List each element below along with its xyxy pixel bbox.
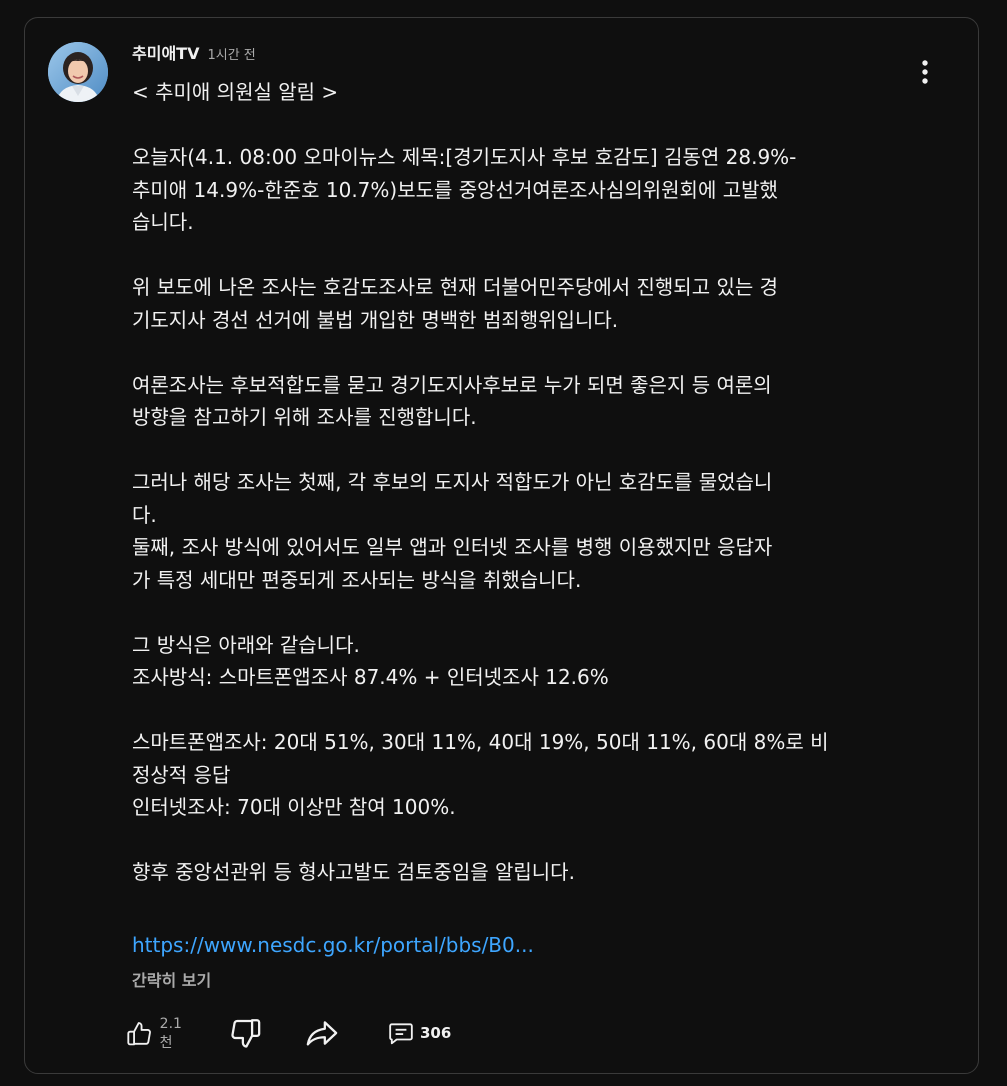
post-paragraph — [132, 109, 902, 142]
post-paragraph: 스마트폰앱조사: 20대 51%, 30대 11%, 40대 19%, 50대 … — [132, 730, 829, 819]
post-paragraph — [132, 824, 902, 857]
post-paragraph — [132, 596, 902, 629]
channel-name[interactable]: 추미애TV — [132, 40, 199, 64]
like-button[interactable]: 2.1천 — [126, 1016, 188, 1052]
show-less-button[interactable]: 간략히 보기 — [132, 967, 211, 991]
post-header: 추미애TV 1시간 전 — [132, 40, 256, 64]
post-paragraph: 위 보도에 나온 조사는 호감도조사로 현재 더불어민주당에서 진행되고 있는 … — [132, 275, 779, 332]
comment-count: 306 — [420, 1024, 452, 1042]
post-paragraph — [132, 239, 902, 272]
post-time[interactable]: 1시간 전 — [207, 44, 255, 63]
post-paragraph: < 추미애 의원실 알림 > — [132, 80, 339, 104]
thumbs-up-icon — [127, 1022, 151, 1046]
more-vert-icon — [922, 60, 928, 84]
post-paragraph: 향후 중앙선관위 등 형사고발도 검토중임을 알립니다. — [132, 860, 575, 884]
avatar-image — [48, 42, 108, 102]
share-icon — [306, 1021, 338, 1046]
like-count: 2.1천 — [159, 1016, 182, 1051]
thumbs-down-icon — [231, 1019, 261, 1048]
comments-button[interactable]: 306 — [388, 1020, 451, 1046]
post-paragraph: 그러나 해당 조사는 첫째, 각 후보의 도지사 적합도가 아닌 호감도를 물었… — [132, 470, 773, 592]
comment-icon — [389, 1023, 413, 1045]
post-paragraph: 여론조사는 후보적합도를 묻고 경기도지사후보로 누가 되면 좋은지 등 여론의… — [132, 372, 772, 430]
post-text: < 추미애 의원실 알림 > 오늘자(4.1. 08:00 오마이뉴스 제목:[… — [132, 76, 902, 889]
post-link[interactable]: https://www.nesdc.go.kr/portal/bbs/B0... — [132, 933, 534, 957]
post-paragraph — [132, 434, 902, 467]
channel-avatar[interactable] — [48, 42, 108, 102]
dislike-button[interactable] — [228, 1016, 262, 1050]
more-actions-button[interactable] — [908, 54, 942, 90]
post-paragraph — [132, 336, 902, 369]
share-button[interactable] — [304, 1016, 340, 1050]
post-paragraph — [132, 694, 902, 727]
post-paragraph: 그 방식은 아래와 같습니다. 조사방식: 스마트폰앱조사 87.4% + 인터… — [132, 632, 609, 690]
post-paragraph: 오늘자(4.1. 08:00 오마이뉴스 제목:[경기도지사 후보 호감도] 김… — [132, 145, 797, 234]
